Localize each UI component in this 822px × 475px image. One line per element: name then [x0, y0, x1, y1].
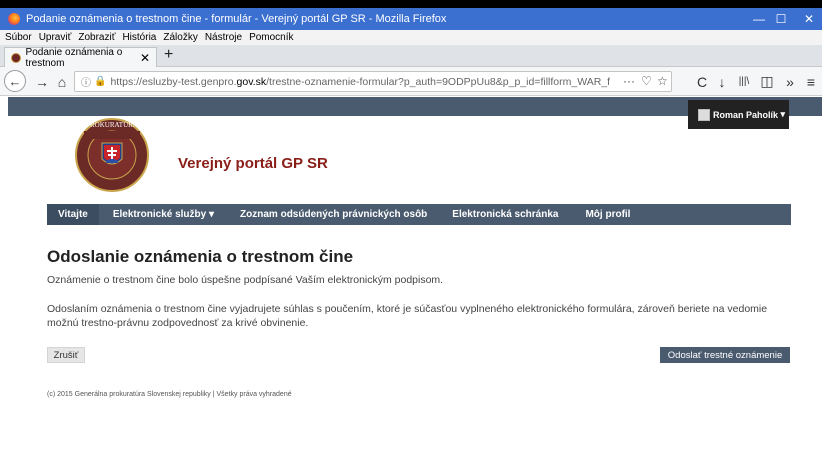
- user-name: Roman Paholík: [713, 109, 779, 120]
- nav-item-moj-profil[interactable]: Môj profil: [571, 204, 644, 225]
- menu-zobrazit[interactable]: Zobraziť: [78, 32, 115, 43]
- page-heading: Odoslanie oznámenia o trestnom čine: [47, 247, 354, 266]
- success-message: Oznámenie o trestnom čine bolo úspešne p…: [47, 274, 444, 286]
- prokuratura-logo: PROKURATÚRA: [75, 118, 149, 192]
- consent-notice: Odoslaním oznámenia o trestnom čine vyja…: [47, 303, 768, 329]
- forward-button[interactable]: →: [32, 72, 52, 91]
- window-title: Podanie oznámenia o trestnom čine - form…: [26, 13, 447, 25]
- info-icon[interactable]: ⓘ: [81, 74, 91, 89]
- user-menu-button[interactable]: Roman Paholík ▾: [688, 100, 789, 129]
- sidebar-button[interactable]: ◫: [757, 72, 777, 91]
- menu-pomocnik[interactable]: Pomocník: [249, 32, 293, 43]
- library-button[interactable]: |||\: [734, 72, 754, 91]
- window-titlebar: Podanie oznámenia o trestnom čine - form…: [0, 8, 822, 30]
- avatar: [698, 108, 710, 121]
- menu-zalozky[interactable]: Záložky: [163, 32, 197, 43]
- url-text[interactable]: https://esluzby-test.genpro.gov.sk/trest…: [110, 76, 610, 88]
- tab-label: Podanie oznámenia o trestnom: [25, 46, 123, 69]
- url-bar[interactable]: ⓘ 🔒 https://esluzby-test.genpro.gov.sk/t…: [74, 71, 672, 92]
- tab-bar: Podanie oznámenia o trestnom ✕ +: [0, 45, 822, 69]
- close-window-button[interactable]: ✕: [794, 8, 822, 30]
- home-button[interactable]: ⌂: [52, 72, 72, 91]
- page-actions-icon[interactable]: ···: [623, 74, 635, 88]
- pocket-icon[interactable]: ♡: [641, 74, 652, 88]
- navigation-toolbar: ← → ⌂ ⓘ 🔒 https://esluzby-test.genpro.go…: [0, 67, 822, 96]
- nav-item-elektronicke-sluzby[interactable]: Elektronické služby ▾: [99, 204, 228, 225]
- menu-nastroje[interactable]: Nástroje: [205, 32, 242, 43]
- tab-close-icon[interactable]: ✕: [140, 51, 150, 65]
- menubar: Súbor Upraviť Zobraziť História Záložky …: [0, 30, 822, 45]
- nav-item-zoznam-odsudenych[interactable]: Zoznam odsúdených právnických osôb: [228, 204, 439, 225]
- site-navigation: Vitajte Elektronické služby ▾ Zoznam ods…: [47, 204, 791, 225]
- lock-icon[interactable]: 🔒: [94, 76, 106, 87]
- firefox-icon: [8, 13, 20, 25]
- portal-title: Verejný portál GP SR: [178, 155, 328, 172]
- logo-text: PROKURATÚRA: [86, 121, 138, 129]
- reload-button[interactable]: C: [692, 72, 712, 91]
- menu-historia[interactable]: História: [122, 32, 156, 43]
- overflow-button[interactable]: »: [780, 72, 800, 91]
- menu-subor[interactable]: Súbor: [5, 32, 32, 43]
- page-content: Roman Paholík ▾ PROKURATÚRA Verejný port…: [8, 97, 822, 475]
- nav-item-vitajte[interactable]: Vitajte: [47, 204, 99, 225]
- footer-copyright: (c) 2015 Generálna prokuratúra Slovenske…: [47, 391, 292, 398]
- bookmark-star-icon[interactable]: ☆: [657, 74, 668, 88]
- submit-report-button[interactable]: Odoslať trestné oznámenie: [660, 347, 790, 363]
- maximize-button[interactable]: ☐: [766, 8, 796, 30]
- menu-button[interactable]: ≡: [801, 72, 821, 91]
- window-top-border: [0, 0, 822, 8]
- new-tab-button[interactable]: +: [164, 46, 173, 64]
- menu-upravit[interactable]: Upraviť: [39, 32, 72, 43]
- site-favicon-icon: [11, 52, 21, 63]
- browser-tab[interactable]: Podanie oznámenia o trestnom ✕: [4, 46, 157, 69]
- back-button[interactable]: ←: [4, 70, 26, 92]
- nav-item-elektronicka-schranka[interactable]: Elektronická schránka: [439, 204, 571, 225]
- cancel-button[interactable]: Zrušiť: [47, 347, 85, 363]
- download-button[interactable]: ↓: [712, 72, 732, 91]
